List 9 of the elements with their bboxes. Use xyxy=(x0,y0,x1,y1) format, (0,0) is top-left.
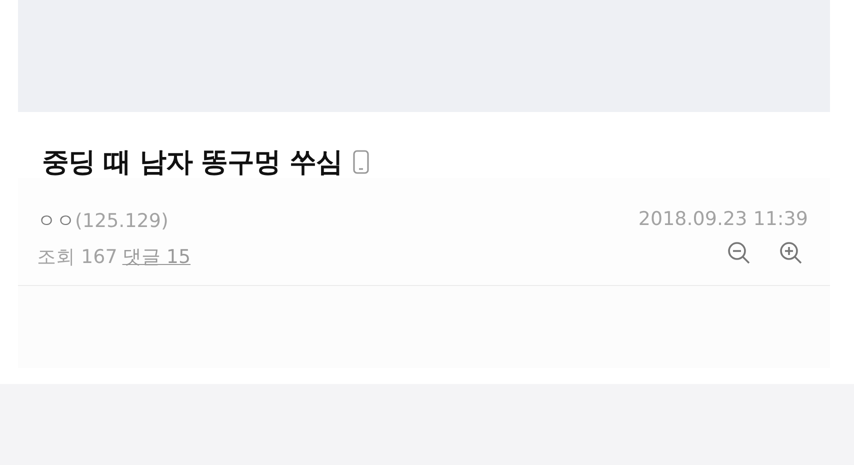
post-title: 중딩 때 남자 똥구멍 쑤심 xyxy=(42,146,343,180)
author-ip: (125.129) xyxy=(75,210,168,232)
zoom-in-icon[interactable] xyxy=(778,240,804,266)
phone-icon xyxy=(352,150,369,174)
view-count: 조회 167 xyxy=(37,245,118,270)
author-name: ㅇㅇ xyxy=(37,209,75,234)
zoom-out-icon[interactable] xyxy=(726,240,752,266)
post-datetime: 2018.09.23 11:39 xyxy=(638,208,808,230)
comment-count-link[interactable]: 댓글 15 xyxy=(122,244,191,270)
